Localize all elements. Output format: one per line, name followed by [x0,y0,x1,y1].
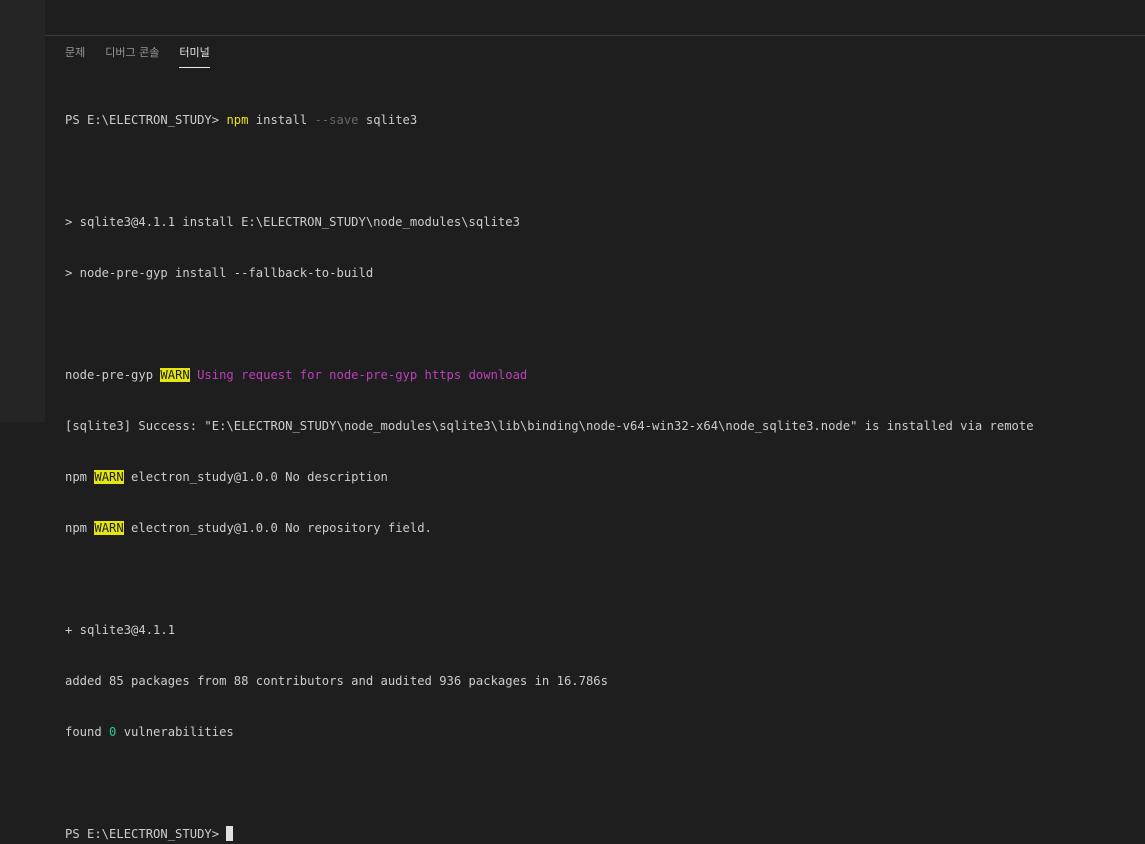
prompt: PS E:\ELECTRON_STUDY> [65,827,227,841]
terminal-line: + sqlite3@4.1.1 [65,623,176,637]
command-flag: --save [314,113,359,127]
editor-area [45,0,1145,35]
warn-badge: WARN [160,368,190,382]
log-prefix: npm [65,521,95,535]
terminal-cursor [226,826,234,841]
warn-message: Using request for node-pre-gyp https dow… [189,368,528,382]
tab-debug-console[interactable]: 디버그 콘솔 [95,36,169,68]
vulnerability-count: 0 [109,725,117,739]
command-arg: sqlite3 [358,113,418,127]
terminal-line: npm WARN electron_study@1.0.0 No descrip… [65,469,1135,486]
warn-badge: WARN [94,521,124,535]
activity-bar [0,0,45,422]
bottom-panel: 문제 디버그 콘솔 터미널 PS E:\ELECTRON_STUDY> npm … [45,35,1145,841]
command-name: npm [226,113,249,127]
tab-problems[interactable]: 문제 [65,36,95,68]
warn-message: electron_study@1.0.0 No repository field… [123,521,432,535]
panel-tabs: 문제 디버그 콘솔 터미널 [65,36,220,68]
warn-badge: WARN [94,470,124,484]
log-prefix: node-pre-gyp [65,368,161,382]
log-prefix: found [65,725,110,739]
warn-message: electron_study@1.0.0 No description [123,470,388,484]
log-prefix: npm [65,470,95,484]
terminal-line: npm WARN electron_study@1.0.0 No reposit… [65,520,1135,537]
terminal-line: [sqlite3] Success: "E:\ELECTRON_STUDY\no… [65,419,1034,433]
terminal-line: added 85 packages from 88 contributors a… [65,674,608,688]
terminal-line: node-pre-gyp WARN Using request for node… [65,367,1135,384]
terminal-output[interactable]: PS E:\ELECTRON_STUDY> npm install --save… [65,78,1135,844]
terminal-input-line[interactable]: PS E:\ELECTRON_STUDY> [65,826,1135,843]
terminal-line: PS E:\ELECTRON_STUDY> npm install --save… [65,112,1135,129]
terminal-line: > node-pre-gyp install --fallback-to-bui… [65,266,374,280]
prompt: PS E:\ELECTRON_STUDY> [65,113,227,127]
log-suffix: vulnerabilities [116,725,234,739]
command-arg: install [248,113,315,127]
terminal-line: > sqlite3@4.1.1 install E:\ELECTRON_STUD… [65,215,520,229]
tab-terminal[interactable]: 터미널 [169,36,219,68]
terminal-line: found 0 vulnerabilities [65,724,1135,741]
